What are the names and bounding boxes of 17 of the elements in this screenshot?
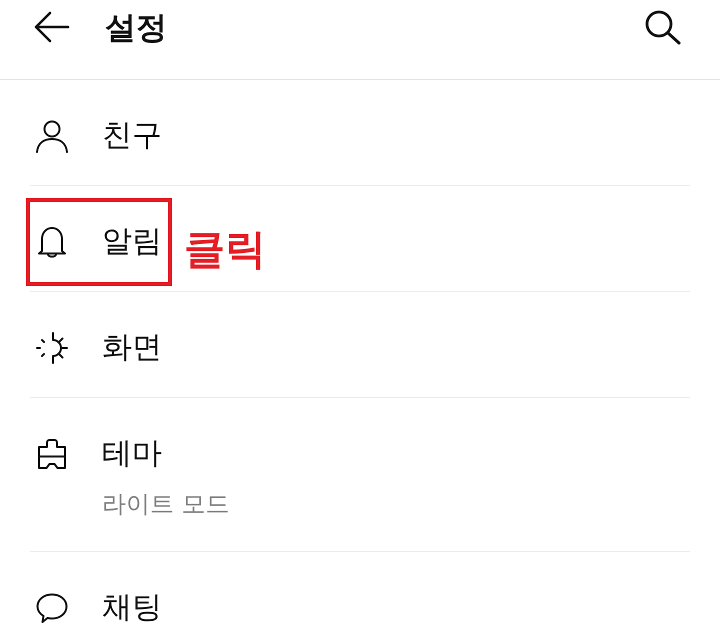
settings-item-label[interactable]: 알림	[102, 224, 162, 260]
back-button[interactable]	[33, 9, 71, 45]
search-button[interactable]	[644, 9, 682, 45]
search-icon	[644, 9, 682, 45]
back-arrow-icon	[34, 11, 70, 43]
speech-bubble-icon	[35, 591, 69, 625]
settings-item-label[interactable]: 테마	[102, 436, 162, 472]
person-icon	[35, 119, 69, 153]
bell-icon	[35, 225, 69, 259]
sun-icon	[35, 331, 69, 365]
setting-value: 라이트 모드	[102, 490, 230, 518]
brush-icon	[35, 437, 69, 471]
settings-item-label[interactable]: 화면	[102, 330, 162, 366]
annotation-label: 클릭	[184, 227, 266, 271]
settings-item-label[interactable]: 채팅	[102, 590, 162, 626]
settings-item-label[interactable]: 친구	[102, 118, 162, 154]
page-title: 설정	[105, 9, 167, 47]
